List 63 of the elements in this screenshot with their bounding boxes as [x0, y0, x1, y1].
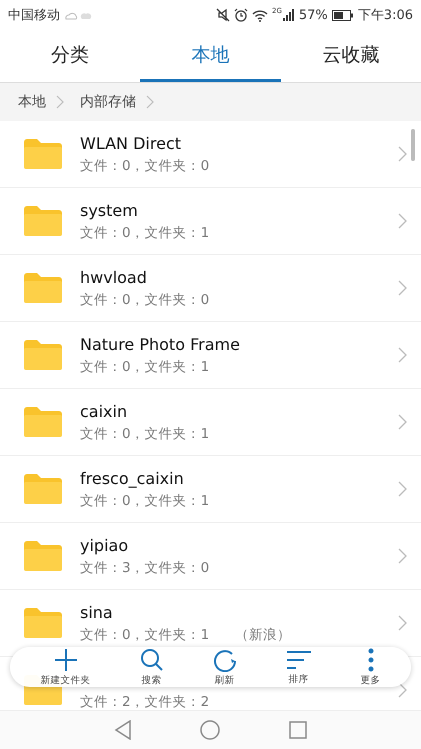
- folder-info: 文件：0，文件夹：1: [80, 424, 210, 442]
- folder-note: （新浪）: [235, 626, 292, 644]
- chevron-icon: [398, 347, 407, 363]
- folder-icon: [24, 407, 62, 437]
- folder-info: 文件：2，文件夹：2: [80, 693, 210, 710]
- scrollbar: [411, 129, 415, 161]
- folder-icon: [24, 541, 62, 571]
- toolbar-button[interactable]: 新建文件夹: [40, 648, 90, 686]
- tab[interactable]: 分类: [0, 30, 140, 82]
- chevron-icon: [398, 213, 407, 229]
- folder-name: hwvload: [80, 268, 148, 286]
- toolbar-button[interactable]: 排序: [286, 648, 312, 686]
- folder-info: 文件：0，文件夹：0: [80, 290, 210, 308]
- more-icon: [368, 648, 374, 672]
- chevron-icon: [398, 481, 407, 497]
- folder-name: Nature Photo Frame: [80, 334, 241, 354]
- sort-icon: [286, 648, 312, 670]
- battery-icon: [332, 10, 354, 20]
- folder-icon: [24, 340, 62, 370]
- folder-icon: [24, 206, 62, 236]
- folder-name: yipiao: [80, 536, 130, 554]
- chevron-icon: [398, 280, 407, 296]
- folder-info: 文件：0，文件夹：1: [80, 492, 210, 510]
- toolbar-button[interactable]: 搜索: [140, 648, 164, 686]
- folder-icon: [24, 273, 62, 303]
- search-icon: [140, 648, 164, 672]
- plus-icon: [54, 648, 78, 672]
- folder-icon: [24, 608, 62, 638]
- mute-icon: [216, 8, 230, 22]
- folder-name: fresco_caixin: [80, 468, 185, 488]
- folder-info: 文件：0，文件夹：1: [80, 358, 210, 376]
- carrier-text: 中国移动: [8, 7, 60, 24]
- tab[interactable]: 云收藏: [280, 30, 421, 82]
- folder-icon: [24, 139, 62, 169]
- chevron-icon: [398, 548, 407, 564]
- recents-icon[interactable]: [288, 721, 307, 739]
- chevron-icon: [146, 95, 154, 109]
- chevron-icon: [398, 146, 407, 162]
- chevron-icon: [398, 682, 407, 698]
- folder-name: caixin: [80, 402, 128, 420]
- chevron-icon: [56, 95, 64, 109]
- refresh-icon: [212, 648, 236, 672]
- folder-info: 文件：0，文件夹：1: [80, 224, 210, 242]
- back-icon[interactable]: [114, 720, 132, 740]
- toolbar-button[interactable]: 刷新: [212, 648, 236, 686]
- signal-icon: [282, 9, 295, 21]
- alarm-icon: [234, 8, 248, 22]
- wifi-icon: [252, 8, 268, 22]
- battery-text: 57%: [298, 8, 328, 22]
- home-icon[interactable]: [200, 720, 220, 740]
- toolbar-button[interactable]: 更多: [360, 648, 380, 686]
- folder-info: 文件：0，文件夹：0: [80, 156, 210, 174]
- chevron-icon: [398, 615, 407, 631]
- time-text: 下午3:06: [358, 7, 413, 24]
- chevron-icon: [398, 414, 407, 430]
- folder-name: WLAN Direct: [80, 134, 182, 152]
- folder-icon: [24, 474, 62, 504]
- breadcrumb-link[interactable]: 内部存储: [80, 93, 136, 111]
- folder-name: system: [80, 200, 139, 220]
- folder-info: 文件：0，文件夹：1: [80, 626, 210, 644]
- folder-name: sina: [80, 602, 114, 622]
- folder-info: 文件：3，文件夹：0: [80, 558, 210, 576]
- breadcrumb-link[interactable]: 本地: [18, 93, 46, 111]
